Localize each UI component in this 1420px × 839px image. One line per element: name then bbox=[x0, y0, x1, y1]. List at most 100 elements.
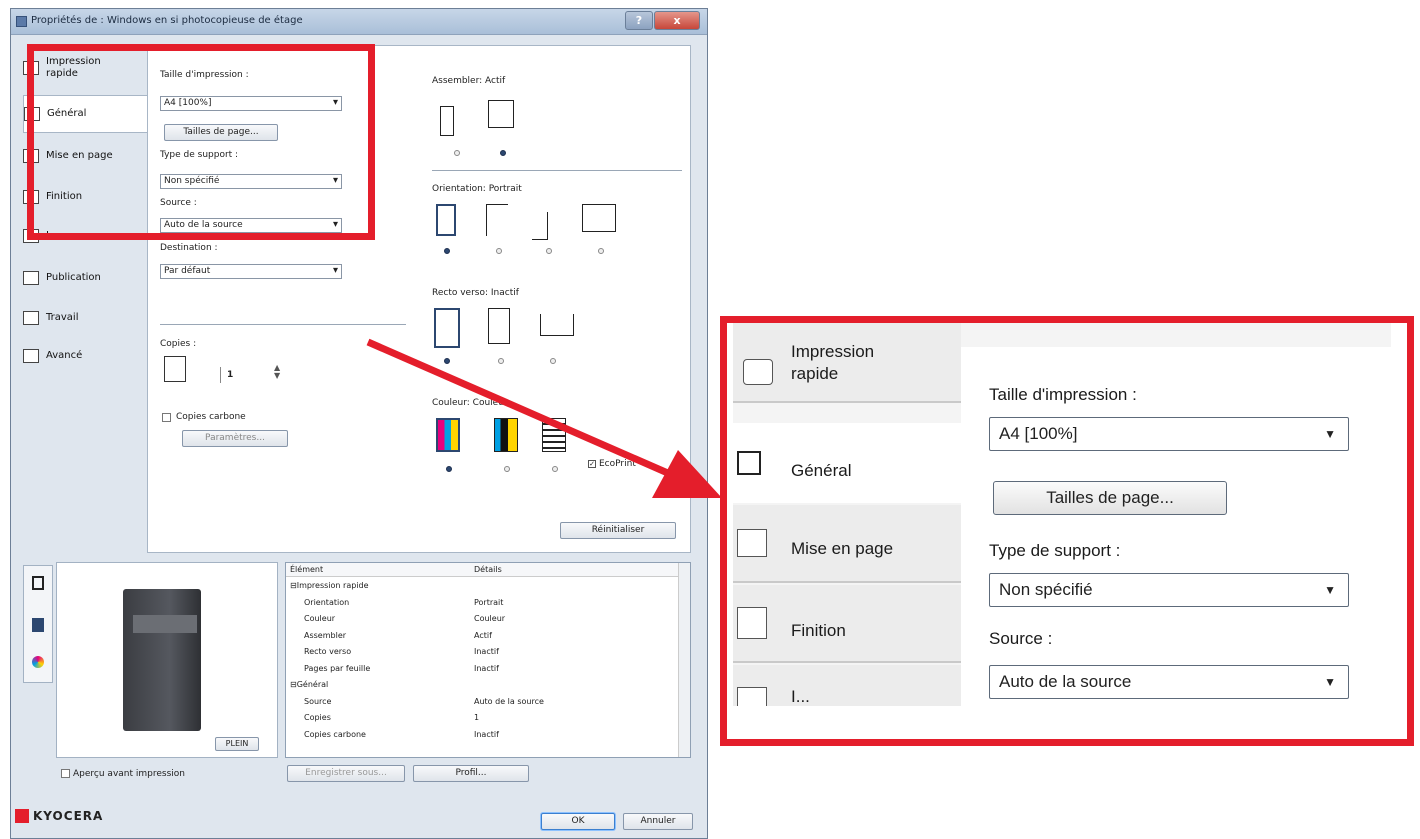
portrait-icon[interactable] bbox=[436, 204, 456, 236]
layout-icon bbox=[737, 529, 767, 557]
nav-item-job[interactable]: Travail bbox=[23, 299, 141, 337]
details-column-header: Détails bbox=[474, 565, 502, 574]
quick-print-icon bbox=[743, 359, 773, 385]
printer-output-tray bbox=[133, 615, 197, 633]
settings-summary-list: Élément Détails ⊟Impression rapide Orient… bbox=[285, 562, 691, 758]
printer-preview: PLEIN bbox=[56, 562, 278, 758]
collate-on-radio[interactable] bbox=[500, 150, 506, 156]
detail-row-value: Couleur bbox=[474, 614, 506, 623]
zoom-source-select[interactable]: Auto de la source bbox=[989, 665, 1349, 699]
detail-row-value: Inactif bbox=[474, 729, 499, 739]
window-title: Propriétés de : Windows en si photocopie… bbox=[31, 15, 303, 26]
detail-row-element: Orientation bbox=[304, 597, 350, 607]
preview-tabs bbox=[23, 565, 53, 683]
zoom-callout: Impression rapide Général Mise en page F… bbox=[733, 323, 1391, 706]
detail-row-element: Couleur bbox=[304, 614, 336, 623]
element-column-header: Élément bbox=[290, 565, 324, 574]
copies-spinner[interactable]: ▲ ▼ bbox=[274, 364, 280, 380]
title-bar: Propriétés de : Windows en si photocopie… bbox=[11, 9, 707, 35]
highlight-box bbox=[27, 44, 375, 240]
detail-row-value: 1 bbox=[474, 713, 480, 722]
detail-row-value: Portrait bbox=[474, 597, 504, 607]
detail-row-value: Actif bbox=[474, 630, 492, 640]
zoom-nav-finishing[interactable]: Finition bbox=[733, 585, 961, 663]
brand-logo: KYOCERA bbox=[33, 809, 104, 823]
landscape-icon[interactable] bbox=[486, 204, 508, 236]
nav-item-label: Travail bbox=[46, 312, 79, 323]
portrait-rotated-radio[interactable] bbox=[546, 248, 552, 254]
portrait-radio[interactable] bbox=[444, 248, 450, 254]
advanced-icon bbox=[23, 349, 39, 363]
divider bbox=[160, 324, 406, 325]
copies-icon bbox=[164, 356, 186, 382]
detail-row-element: ⊟Impression rapide bbox=[290, 581, 369, 590]
collated-icon bbox=[488, 100, 514, 128]
fullsize-button[interactable]: PLEIN bbox=[215, 737, 259, 751]
detail-row-element: Recto verso bbox=[304, 647, 352, 656]
zoom-nav-imaging[interactable]: I... bbox=[733, 665, 961, 706]
parameters-button[interactable]: Paramètres... bbox=[182, 430, 288, 447]
arrow-shaft bbox=[366, 338, 672, 478]
imaging-icon bbox=[737, 687, 767, 706]
profile-button[interactable]: Profil... bbox=[413, 765, 529, 782]
save-as-button[interactable]: Enregistrer sous... bbox=[287, 765, 405, 782]
zoom-nav-label: Impression rapide bbox=[791, 342, 875, 383]
destination-label: Destination : bbox=[160, 243, 218, 253]
preview-checkbox[interactable] bbox=[61, 769, 70, 778]
finishing-icon bbox=[737, 607, 767, 639]
zoom-top-strip bbox=[961, 323, 1391, 347]
landscape-rotated-radio[interactable] bbox=[598, 248, 604, 254]
zoom-settings-panel: Taille d'impression : A4 [100%] Tailles … bbox=[961, 347, 1391, 706]
zoom-nav-label: Finition bbox=[791, 621, 846, 640]
kyocera-logo-icon bbox=[15, 809, 29, 823]
detail-row-element: Source bbox=[304, 696, 332, 706]
reset-button[interactable]: Réinitialiser bbox=[560, 522, 676, 539]
document-view-icon[interactable] bbox=[32, 618, 44, 632]
nav-item-label: Avancé bbox=[46, 350, 83, 361]
zoom-nav-layout[interactable]: Mise en page bbox=[733, 505, 961, 583]
carbon-copies-checkbox[interactable] bbox=[162, 413, 171, 422]
ok-button[interactable]: OK bbox=[541, 813, 615, 830]
publishing-icon bbox=[23, 271, 39, 285]
cancel-button[interactable]: Annuler bbox=[623, 813, 693, 830]
orientation-label: Orientation: Portrait bbox=[432, 184, 522, 194]
copies-label: Copies : bbox=[160, 339, 197, 349]
close-button[interactable]: x bbox=[654, 11, 700, 30]
destination-select[interactable]: Par défaut bbox=[160, 264, 342, 279]
zoom-media-type-label: Type de support : bbox=[989, 541, 1121, 560]
nav-item-label: Publication bbox=[46, 272, 101, 283]
general-icon bbox=[737, 451, 761, 475]
detail-row-value: Inactif bbox=[474, 647, 499, 656]
zoom-nav-general[interactable]: Général bbox=[733, 423, 961, 503]
zoom-nav-quick-print[interactable]: Impression rapide bbox=[733, 323, 961, 403]
nav-item-advanced[interactable]: Avancé bbox=[23, 337, 141, 375]
printer-image bbox=[123, 589, 201, 731]
callout-arrow bbox=[366, 338, 722, 498]
color-view-icon[interactable] bbox=[32, 656, 44, 668]
detail-row-value: Auto de la source bbox=[474, 696, 544, 706]
divider bbox=[432, 170, 682, 171]
landscape-rotated-icon[interactable] bbox=[582, 204, 616, 232]
collate-label: Assembler: Actif bbox=[432, 76, 506, 86]
zoom-print-size-select[interactable]: A4 [100%] bbox=[989, 417, 1349, 451]
nav-item-publishing[interactable]: Publication bbox=[23, 259, 141, 297]
zoom-nav-label: Mise en page bbox=[791, 539, 894, 558]
zoom-source-label: Source : bbox=[989, 629, 1053, 648]
detail-row-element: Assembler bbox=[304, 630, 347, 640]
portrait-rotated-icon[interactable] bbox=[532, 212, 548, 240]
detail-row-element: Copies bbox=[304, 713, 331, 722]
detail-row-element: Copies carbone bbox=[304, 729, 366, 739]
detail-row-element: Pages par feuille bbox=[304, 663, 371, 673]
copies-input[interactable]: 1 bbox=[220, 367, 260, 383]
uncollated-icon bbox=[440, 106, 454, 136]
help-button[interactable]: ? bbox=[625, 11, 653, 30]
printer-view-icon[interactable] bbox=[32, 576, 44, 590]
landscape-radio[interactable] bbox=[496, 248, 502, 254]
zoom-nav-label: Général bbox=[791, 461, 852, 480]
zoom-media-type-select[interactable]: Non spécifié bbox=[989, 573, 1349, 607]
preview-label: Aperçu avant impression bbox=[73, 769, 185, 779]
zoom-page-sizes-button[interactable]: Tailles de page... bbox=[993, 481, 1227, 515]
list-scrollbar[interactable] bbox=[678, 563, 690, 757]
collate-off-radio[interactable] bbox=[454, 150, 460, 156]
detail-row-value: Inactif bbox=[474, 663, 499, 673]
